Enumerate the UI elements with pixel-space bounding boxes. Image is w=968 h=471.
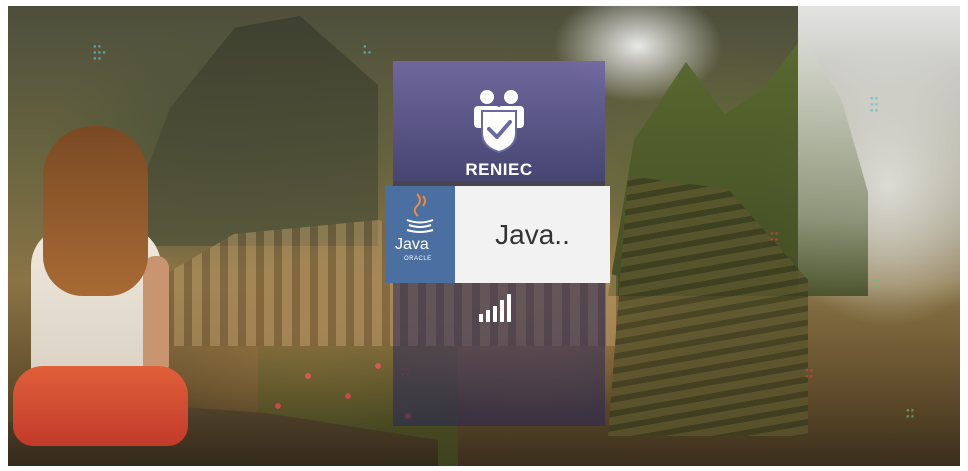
faint-glyph: ▪▪▪▪ <box>906 407 916 420</box>
faint-glyph: ▪▪▪▪ <box>872 277 882 290</box>
signal-bars-icon <box>479 292 519 322</box>
woman-arm <box>143 256 169 376</box>
splash-panel: RENIEC Java ORACLE Java.. <box>385 61 610 426</box>
java-logo-subtext: ORACLE <box>404 256 432 262</box>
java-cup-icon <box>406 193 434 233</box>
loading-text: Java.. <box>495 218 570 250</box>
woman-hair <box>43 126 148 296</box>
faint-glyph: ▪▪ ▪▪▪ ▪▪ <box>93 43 107 62</box>
woman-skirt <box>13 366 188 446</box>
mist <box>798 6 960 306</box>
loading-row: Java ORACLE Java.. <box>385 186 610 283</box>
woman-figure <box>13 126 188 456</box>
java-logo: Java ORACLE <box>385 186 455 283</box>
faint-glyph: ▪▪▪▪ <box>805 367 815 380</box>
loading-text-box: Java.. <box>455 186 610 283</box>
reniec-shield-people-icon <box>470 89 528 154</box>
faint-glyph: ▪▪▪▪ <box>770 230 780 243</box>
background-photo: ▪▪▪▪▪▪▪ ▪▪▪ ▪▪▪▪▪▪ ▪▪▪▪ ▪▪▪▪ ▪▪▪▪ ▪▪▪▪ ▪… <box>8 6 960 466</box>
brand-label: RENIEC <box>465 160 533 179</box>
brand-header: RENIEC <box>393 61 605 181</box>
faint-glyph: ▪▪ ▪▪ ▪▪ <box>870 95 880 114</box>
java-logo-text: Java <box>395 236 429 253</box>
faint-glyph: ▪ ▪▪ <box>363 43 373 56</box>
